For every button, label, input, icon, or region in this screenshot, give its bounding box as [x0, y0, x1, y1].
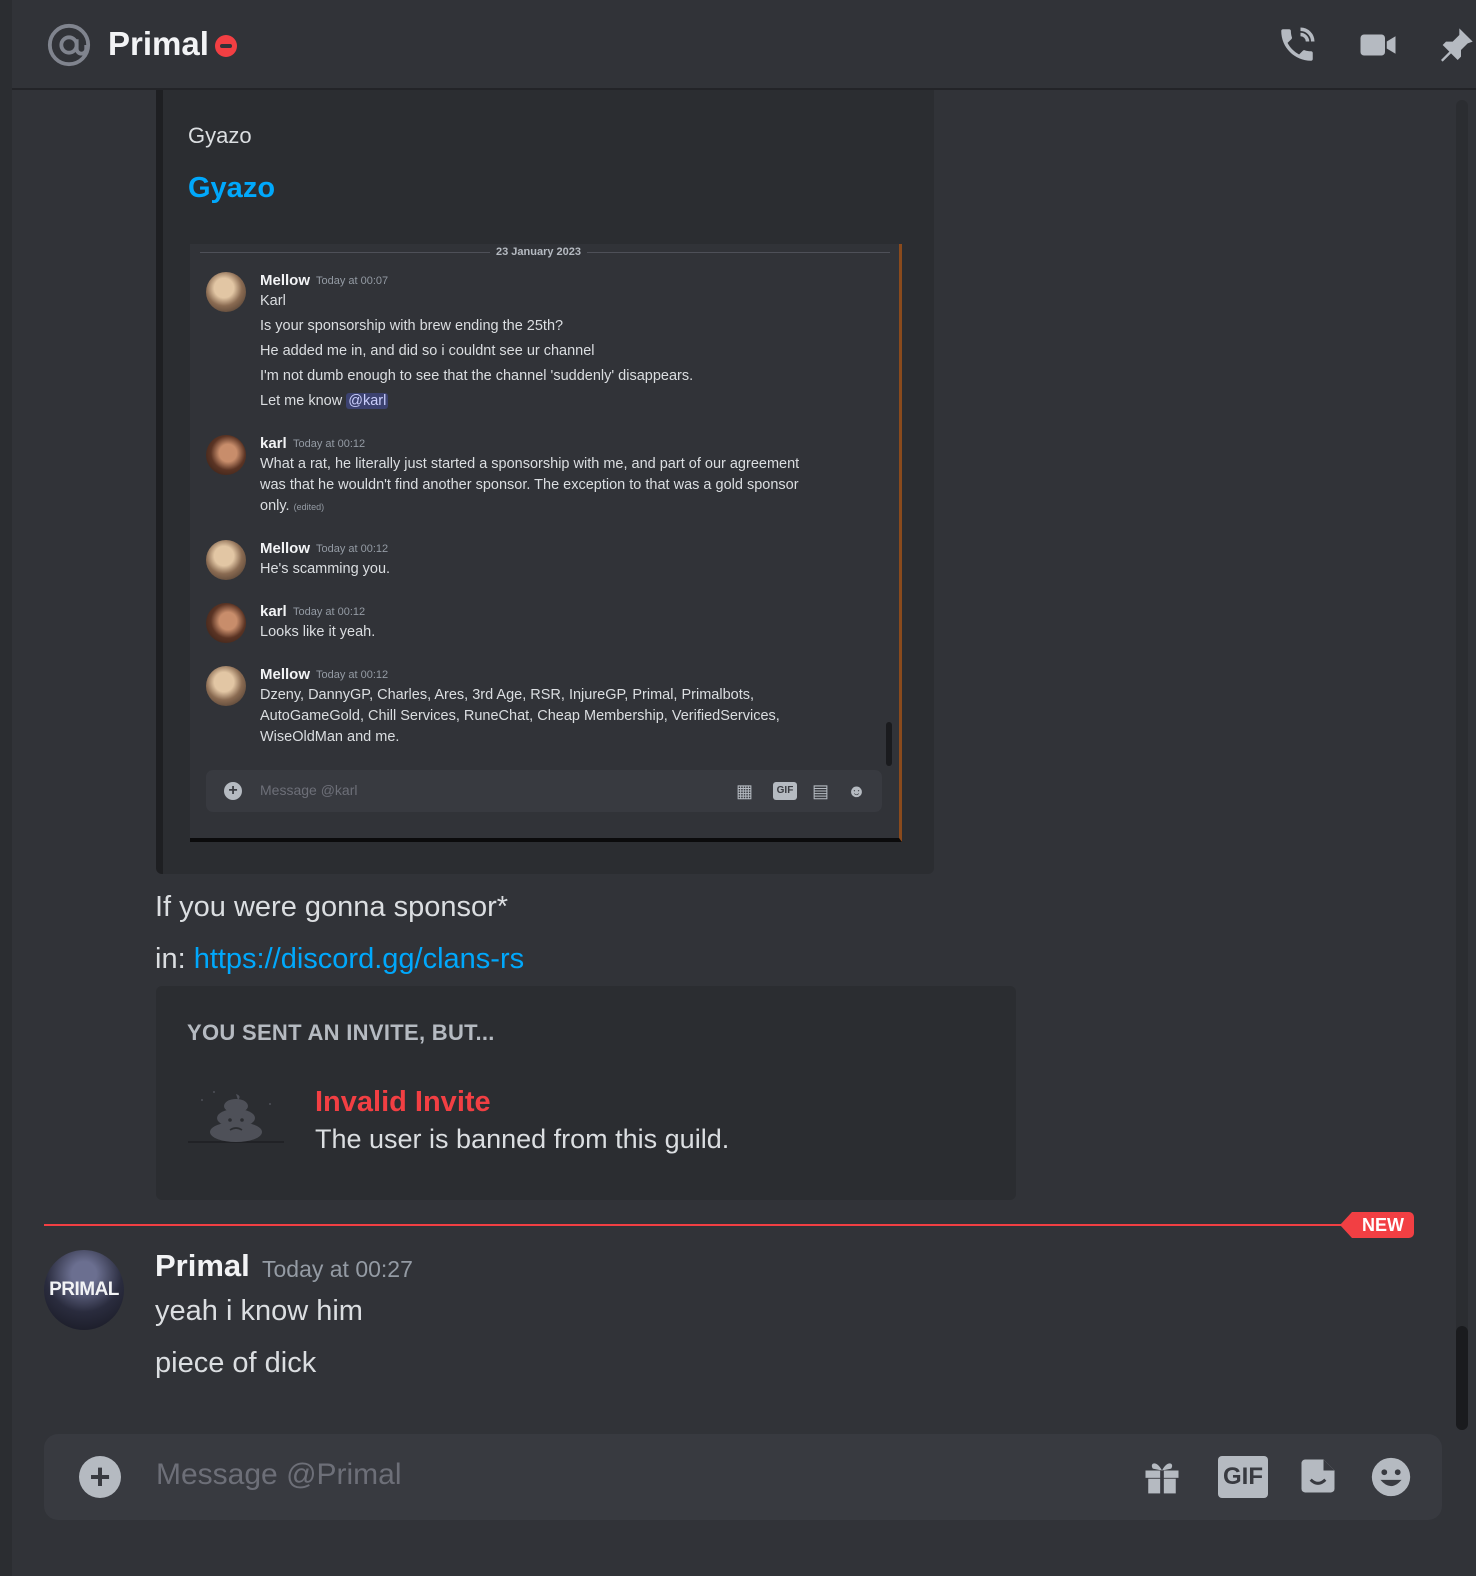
scrollbar-thumb[interactable] — [1456, 1326, 1468, 1430]
embed-title-link[interactable]: Gyazo — [188, 172, 275, 205]
gif-icon: GIF — [773, 782, 797, 800]
server-sidebar-edge — [0, 0, 12, 1576]
gif-button[interactable]: GIF — [1218, 1456, 1268, 1498]
message-input: + Message @karl ▦ GIF ▤ ☻ — [206, 770, 882, 812]
message-line: Dzeny, DannyGP, Charles, Ares, 3rd Age, … — [260, 687, 755, 703]
message-author: karl — [260, 603, 287, 620]
message-author[interactable]: Primal — [155, 1248, 250, 1284]
message-line: was that he wouldn't find another sponso… — [260, 477, 799, 493]
message-line: He's scamming you. — [260, 561, 391, 577]
message-text: only. — [260, 498, 290, 514]
invite-card: YOU SENT AN INVITE, BUT... Invalid Invit… — [156, 986, 1016, 1200]
message-line: yeah i know him — [155, 1295, 363, 1327]
invite-link[interactable]: https://discord.gg/clans-rs — [194, 943, 524, 975]
scrollbar-track[interactable] — [1456, 100, 1468, 1430]
page-title: Primal — [108, 25, 209, 62]
message-line: Karl — [260, 293, 286, 309]
new-messages-divider — [44, 1224, 1356, 1226]
emoji-icon: ☻ — [847, 781, 866, 801]
message-line: Is your sponsorship with brew ending the… — [260, 318, 564, 334]
message-text: Let me know — [260, 393, 343, 409]
channel-header: Primal — [12, 0, 1476, 90]
message-line: piece of dick — [155, 1347, 317, 1379]
gift-icon[interactable] — [1140, 1454, 1184, 1498]
poop-icon — [188, 1091, 284, 1143]
edited-label: (edited) — [293, 502, 325, 512]
invite-error-subtitle: The user is banned from this guild. — [315, 1124, 730, 1154]
gift-icon: ▦ — [736, 781, 754, 801]
add-attachment-button[interactable]: + — [79, 1456, 121, 1498]
message-author: Mellow — [260, 272, 311, 289]
invite-heading: YOU SENT AN INVITE, BUT... — [187, 1020, 495, 1045]
plus-icon: + — [224, 782, 242, 800]
pin-icon[interactable] — [1436, 24, 1476, 66]
message-timestamp: Today at 00:07 — [316, 275, 389, 287]
new-badge: NEW — [1340, 1212, 1414, 1238]
date-divider-label: 23 January 2023 — [490, 244, 588, 260]
message-line: WiseOldMan and me. — [260, 729, 400, 745]
input-placeholder: Message @Primal — [156, 1458, 402, 1491]
message-timestamp: Today at 00:12 — [293, 606, 366, 618]
message-input[interactable]: Message @Primal — [156, 1458, 402, 1492]
embed-screenshot-image[interactable]: 23 January 2023 Mellow Today at 00:07 Ka… — [190, 244, 902, 842]
user-mention: @karl — [346, 393, 389, 409]
avatar[interactable]: PRIMAL — [44, 1250, 124, 1330]
message-line: I'm not dumb enough to see that the chan… — [260, 368, 694, 384]
dnd-status-icon — [215, 35, 237, 57]
avatar — [206, 666, 246, 706]
message-timestamp: Today at 00:12 — [316, 669, 389, 681]
scrollbar-thumb — [886, 722, 892, 766]
message-timestamp: Today at 00:12 — [293, 438, 366, 450]
avatar — [206, 540, 246, 580]
embed-provider: Gyazo — [188, 123, 252, 148]
message-line: only. (edited) — [260, 498, 324, 514]
message-line: Let me know @karl — [260, 393, 389, 409]
link-embed: Gyazo Gyazo 23 January 2023 Mellow Today… — [156, 90, 934, 874]
voice-call-icon[interactable] — [1276, 24, 1318, 66]
avatar — [206, 435, 246, 475]
sticker-icon: ▤ — [812, 781, 830, 801]
message-composer[interactable]: + Message @Primal GIF — [44, 1434, 1442, 1520]
avatar — [206, 603, 246, 643]
input-placeholder: Message @karl — [260, 782, 358, 798]
message-line: AutoGameGold, Chill Services, RuneChat, … — [260, 708, 780, 724]
at-icon — [47, 23, 91, 67]
message-line: in: https://discord.gg/clans-rs — [155, 940, 524, 978]
message-line: He added me in, and did so i couldnt see… — [260, 343, 595, 359]
message-author: Mellow — [260, 540, 311, 557]
emoji-icon[interactable] — [1368, 1454, 1414, 1500]
message-text: in: — [155, 943, 194, 975]
message-line: What a rat, he literally just started a … — [260, 456, 800, 472]
message-timestamp: Today at 00:27 — [262, 1256, 413, 1282]
invite-error-title: Invalid Invite — [315, 1086, 491, 1118]
message-author: Mellow — [260, 666, 311, 683]
video-call-icon[interactable] — [1356, 24, 1400, 66]
sticker-icon[interactable] — [1296, 1454, 1340, 1498]
avatar — [206, 272, 246, 312]
message-line: If you were gonna sponsor* — [155, 891, 509, 923]
message-timestamp: Today at 00:12 — [316, 543, 389, 555]
message-line: Looks like it yeah. — [260, 624, 376, 640]
message-author: karl — [260, 435, 287, 452]
